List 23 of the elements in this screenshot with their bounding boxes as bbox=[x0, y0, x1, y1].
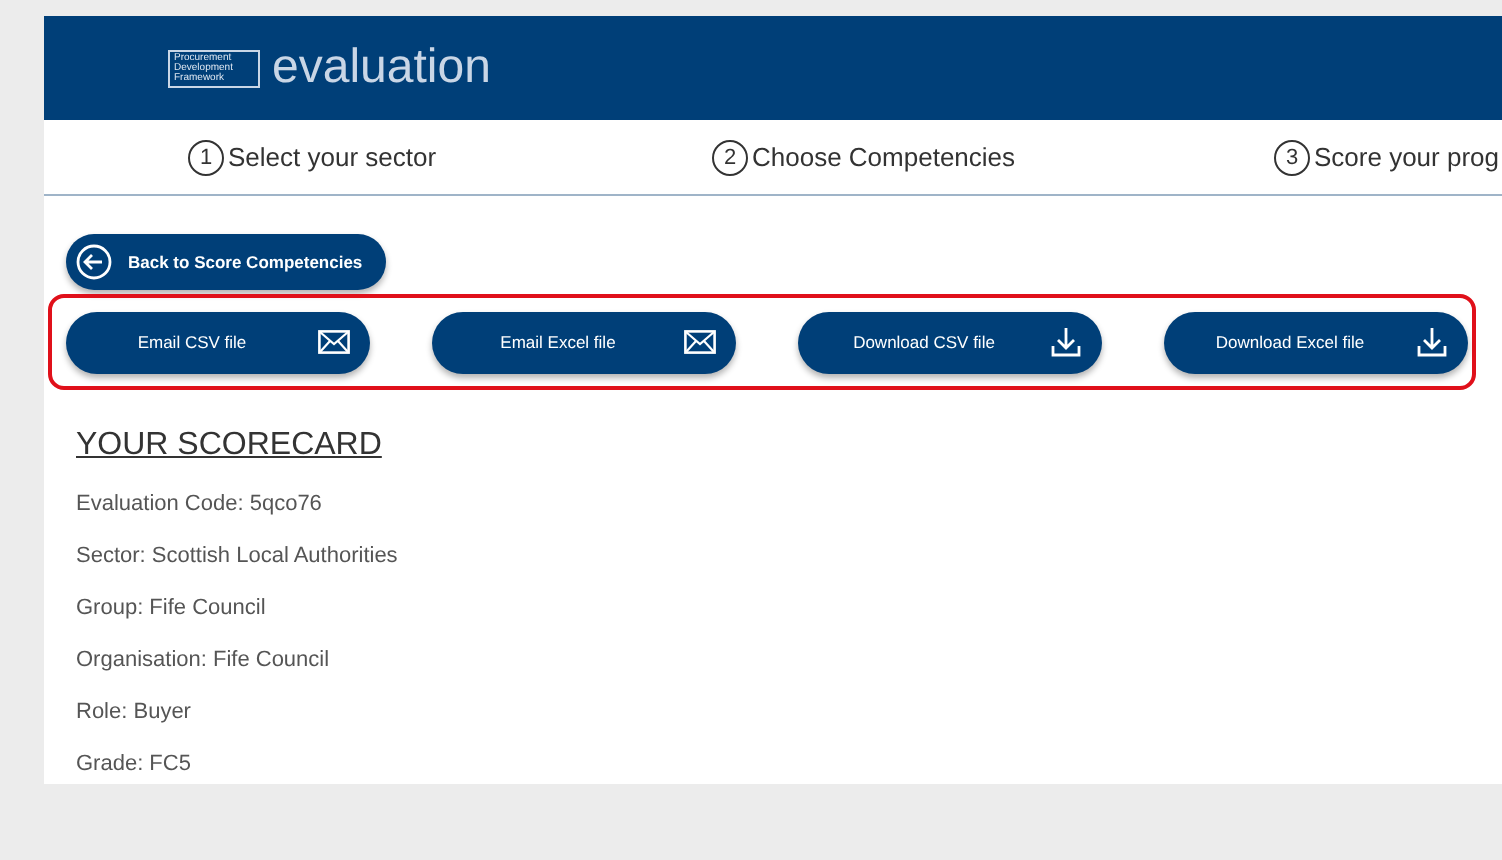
download-icon bbox=[1416, 326, 1448, 358]
step-label: Choose Competencies bbox=[752, 139, 1016, 176]
email-button[interactable]: Email CSV file bbox=[66, 311, 370, 373]
scorecard-field: Grade: FC5 bbox=[76, 748, 1502, 784]
scorecard-field: Sector: Scottish Local Authorities bbox=[76, 540, 1502, 592]
scorecard-field: Organisation: Fife Council bbox=[76, 644, 1502, 696]
envelope-icon bbox=[318, 330, 350, 354]
email-button[interactable]: Email Excel file bbox=[432, 311, 736, 373]
download-button[interactable]: Download Excel file bbox=[1164, 311, 1468, 373]
app-title: evaluation bbox=[272, 38, 491, 98]
step-number: 2 bbox=[712, 139, 748, 175]
scorecard-field: Evaluation Code: 5qco76 bbox=[76, 488, 1502, 540]
download-icon bbox=[1050, 326, 1082, 358]
scorecard-field: Group: Fife Council bbox=[76, 592, 1502, 644]
download-button[interactable]: Download CSV file bbox=[798, 311, 1102, 373]
back-button[interactable]: Back to Score Competencies bbox=[66, 234, 387, 290]
scorecard-heading: YOUR SCORECARD bbox=[76, 426, 384, 466]
step-label: Score your prog bbox=[1314, 139, 1499, 176]
envelope-icon bbox=[684, 330, 716, 354]
step-label: Select your sector bbox=[228, 139, 437, 176]
scorecard-field: Role: Buyer bbox=[76, 696, 1502, 748]
step-number: 3 bbox=[1274, 139, 1310, 175]
step-number: 1 bbox=[188, 139, 224, 175]
